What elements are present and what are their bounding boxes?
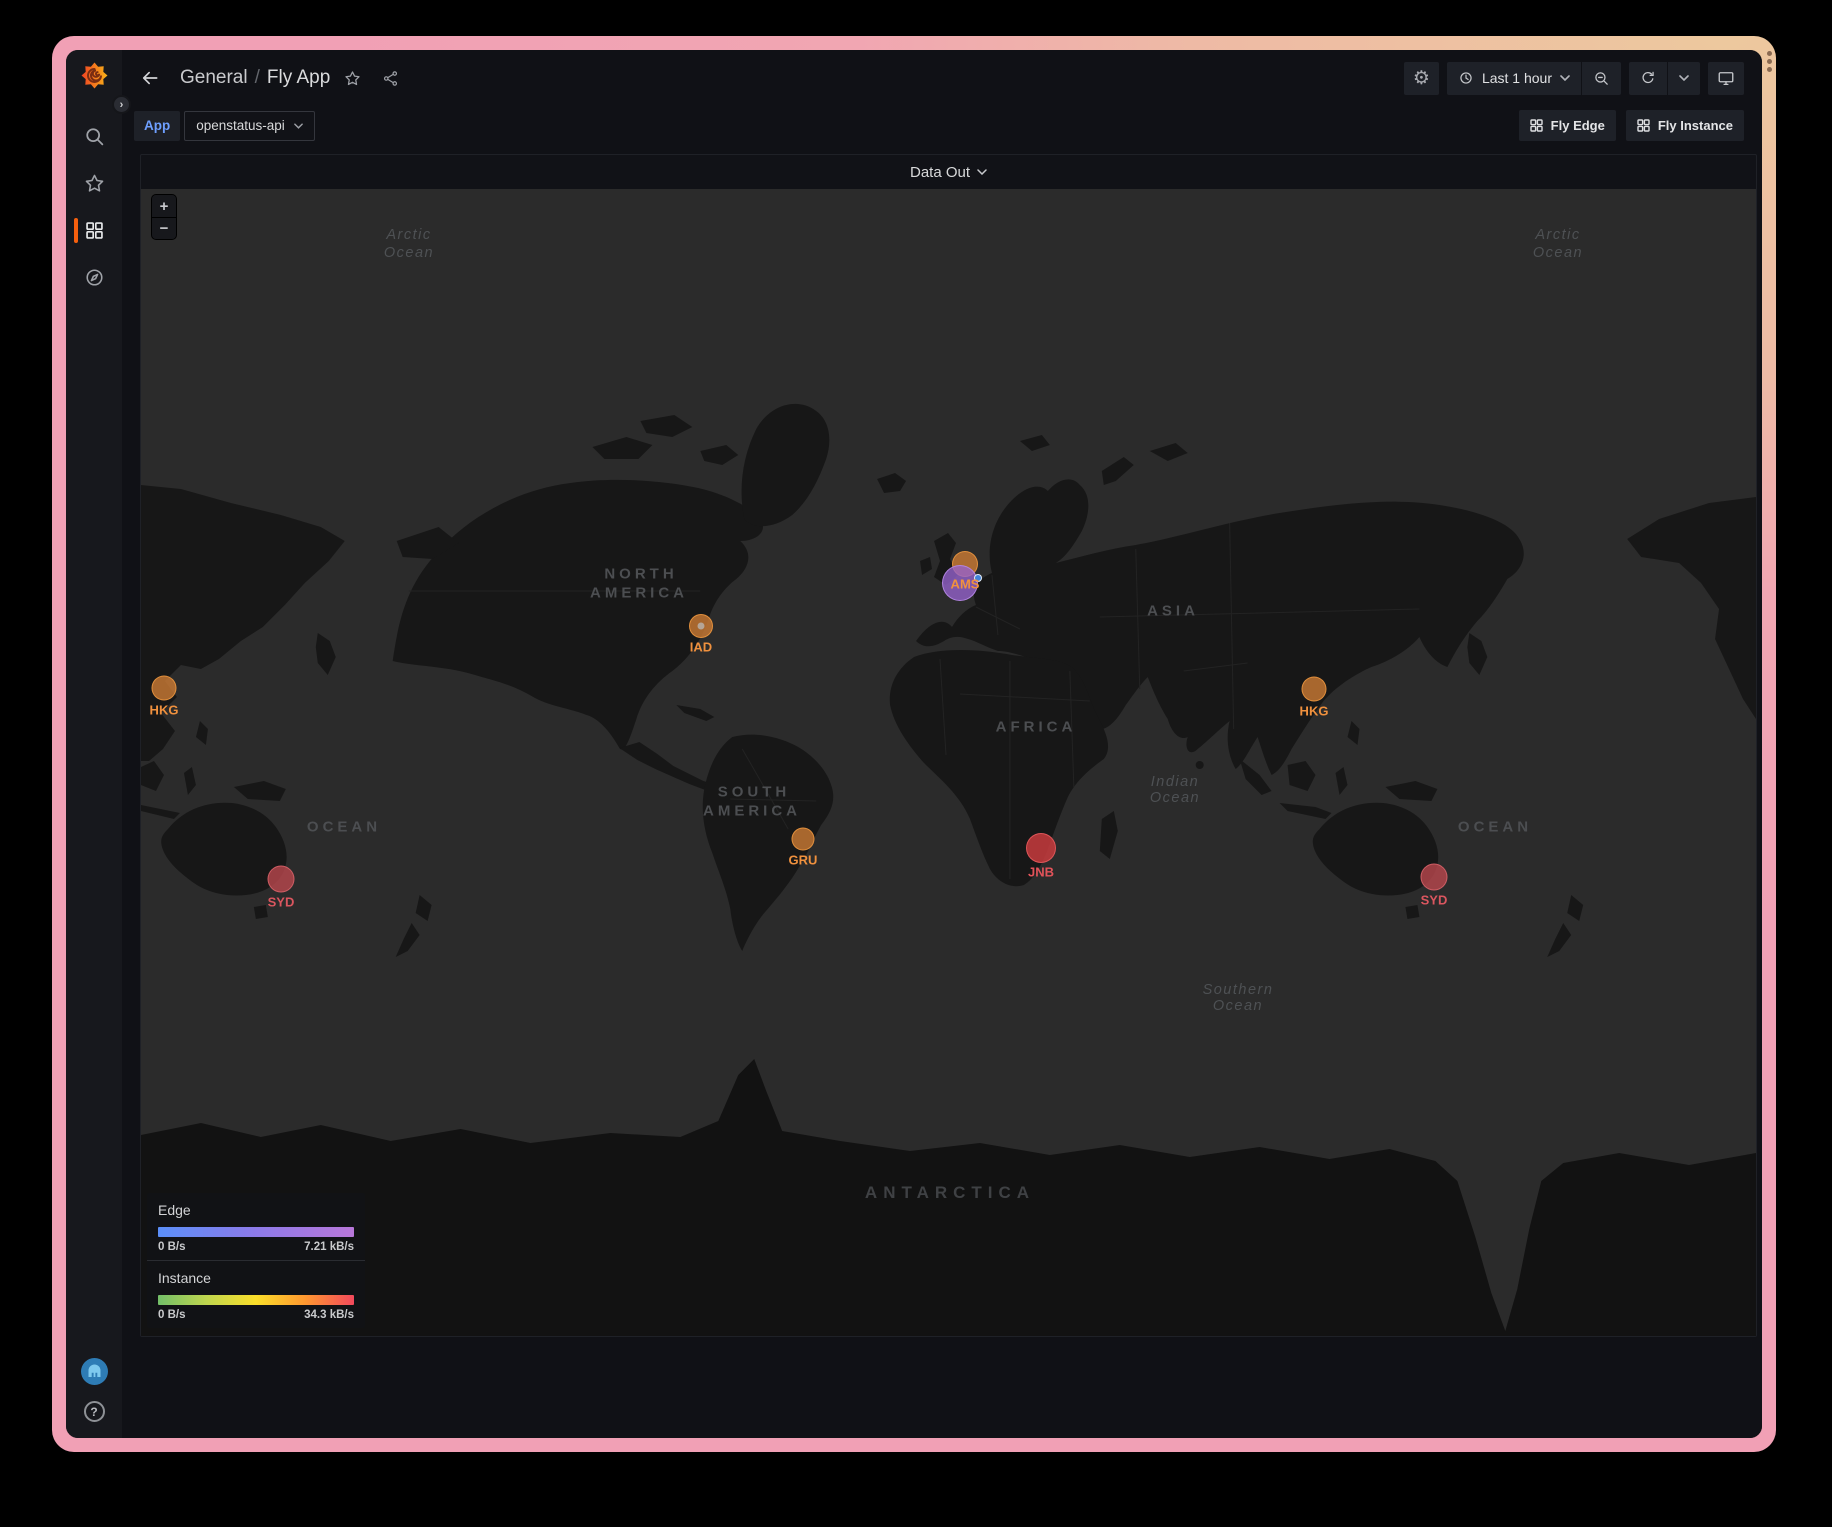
- map-marker[interactable]: [974, 574, 982, 582]
- breadcrumb: General / Fly App: [134, 62, 406, 94]
- legend-section-edge: Edge 0 B/s 7.21 kB/s: [147, 1193, 365, 1260]
- map-zoom-controls: + −: [151, 194, 177, 240]
- sidebar-bottom: ?: [81, 1358, 108, 1422]
- star-dashboard-button[interactable]: [336, 62, 368, 94]
- sidebar-item-dashboards[interactable]: [66, 207, 122, 254]
- chevron-down-icon: [977, 169, 987, 175]
- time-range-picker[interactable]: Last 1 hour: [1447, 62, 1581, 95]
- legend-min: 0 B/s: [158, 1241, 186, 1253]
- link-fly-edge[interactable]: Fly Edge: [1519, 110, 1616, 141]
- chevron-down-icon: [1560, 75, 1570, 81]
- legend-gradient-bar: [158, 1295, 354, 1305]
- monitor-icon: [1717, 69, 1735, 87]
- avatar-icon: [81, 1358, 108, 1385]
- gear-icon: ⚙: [1413, 69, 1430, 88]
- sidebar-item-explore[interactable]: [66, 254, 122, 301]
- clock-icon: [1458, 70, 1474, 86]
- legend-section-instance: Instance 0 B/s 34.3 kB/s: [147, 1260, 365, 1328]
- search-icon: [84, 126, 105, 147]
- toolbar-controls: ⚙ Last 1 hour: [1404, 62, 1744, 95]
- sidebar-expand-button[interactable]: ›: [112, 95, 131, 114]
- variable-value-dropdown[interactable]: openstatus-api: [184, 111, 315, 141]
- refresh-button[interactable]: [1629, 62, 1667, 95]
- apps-grid-icon: [1637, 119, 1650, 132]
- dashboard-settings-button[interactable]: ⚙: [1404, 62, 1439, 95]
- legend-max: 7.21 kB/s: [304, 1241, 354, 1253]
- breadcrumb-page: Fly App: [267, 67, 330, 89]
- map-zoom-out-button[interactable]: −: [152, 217, 176, 239]
- panel-data-out: Data Out: [140, 154, 1757, 1337]
- frame-handle-dot: [1767, 67, 1772, 72]
- map-marker-syd[interactable]: [1421, 864, 1448, 891]
- world-map: [141, 189, 1756, 1336]
- map-marker-syd[interactable]: [268, 866, 295, 893]
- dashboards-grid-icon: [84, 220, 105, 241]
- arrow-left-icon: [140, 68, 160, 88]
- map-marker-center-dot: [698, 623, 705, 630]
- map-zoom-in-button[interactable]: +: [152, 195, 176, 217]
- sidebar-item-starred[interactable]: [66, 160, 122, 207]
- legend-range: 0 B/s 34.3 kB/s: [158, 1309, 354, 1321]
- back-button[interactable]: [134, 62, 166, 94]
- time-picker-group: Last 1 hour: [1447, 62, 1621, 95]
- map-marker-hkg[interactable]: [1302, 677, 1327, 702]
- map-marker-jnb[interactable]: [1026, 833, 1056, 863]
- map-marker-ams[interactable]: [942, 565, 978, 601]
- star-outline-icon: [344, 70, 361, 87]
- refresh-interval-dropdown[interactable]: [1667, 62, 1700, 95]
- map-marker-hkg[interactable]: [152, 676, 177, 701]
- refresh-group: [1629, 62, 1700, 95]
- legend-gradient-bar: [158, 1227, 354, 1237]
- sidebar-item-search[interactable]: [66, 113, 122, 160]
- legend-max: 34.3 kB/s: [304, 1309, 354, 1321]
- link-fly-instance-label: Fly Instance: [1658, 118, 1733, 133]
- refresh-icon: [1640, 70, 1656, 86]
- view-mode-button[interactable]: [1708, 62, 1744, 95]
- geomap[interactable]: + − ArcticOceanArcticOceanNORTHAMERICAAS…: [141, 189, 1756, 1336]
- legend-title: Instance: [158, 1270, 354, 1286]
- top-toolbar: General / Fly App: [122, 50, 1762, 106]
- submenu-bar: App openstatus-api: [122, 106, 1762, 153]
- chevron-down-icon: [1679, 75, 1689, 81]
- grafana-window: ? › General /: [66, 50, 1762, 1438]
- compass-icon: [84, 267, 105, 288]
- chevron-down-icon: [294, 123, 303, 129]
- star-icon: [84, 173, 105, 194]
- share-icon: [382, 70, 399, 87]
- panel-title: Data Out: [910, 164, 970, 181]
- map-legend: Edge 0 B/s 7.21 kB/s Instance 0 B/s 34.3 kB/s: [147, 1193, 365, 1328]
- user-avatar[interactable]: [81, 1358, 108, 1385]
- screenshot-stage: ? › General /: [0, 0, 1832, 1527]
- link-fly-instance[interactable]: Fly Instance: [1626, 110, 1744, 141]
- apps-grid-icon: [1530, 119, 1543, 132]
- dashboard-links: Fly Edge Fly Instance: [1519, 110, 1744, 141]
- window-frame: ? › General /: [52, 36, 1776, 1452]
- help-button[interactable]: ?: [84, 1401, 105, 1422]
- main-area: General / Fly App: [122, 50, 1762, 1438]
- legend-title: Edge: [158, 1202, 354, 1218]
- panel-header[interactable]: Data Out: [141, 155, 1756, 189]
- grafana-logo-icon[interactable]: [81, 62, 108, 89]
- legend-range: 0 B/s 7.21 kB/s: [158, 1241, 354, 1253]
- variable-value: openstatus-api: [196, 118, 285, 133]
- breadcrumb-root[interactable]: General: [180, 67, 248, 89]
- variable-label: App: [134, 111, 180, 141]
- share-dashboard-button[interactable]: [374, 62, 406, 94]
- frame-handle-dot: [1767, 59, 1772, 64]
- breadcrumb-separator: /: [255, 67, 260, 89]
- link-fly-edge-label: Fly Edge: [1551, 118, 1605, 133]
- template-variable-app: App openstatus-api: [134, 111, 315, 141]
- zoom-out-time-button[interactable]: [1581, 62, 1621, 95]
- time-range-label: Last 1 hour: [1482, 70, 1552, 86]
- sidebar: ?: [66, 50, 122, 1438]
- zoom-out-icon: [1593, 70, 1610, 87]
- dashboard-canvas: Data Out: [122, 153, 1762, 1438]
- legend-min: 0 B/s: [158, 1309, 186, 1321]
- help-label: ?: [90, 1405, 97, 1419]
- frame-handle-dot: [1767, 51, 1772, 56]
- grafana-flame-icon: [81, 62, 108, 89]
- map-marker-gru[interactable]: [792, 828, 815, 851]
